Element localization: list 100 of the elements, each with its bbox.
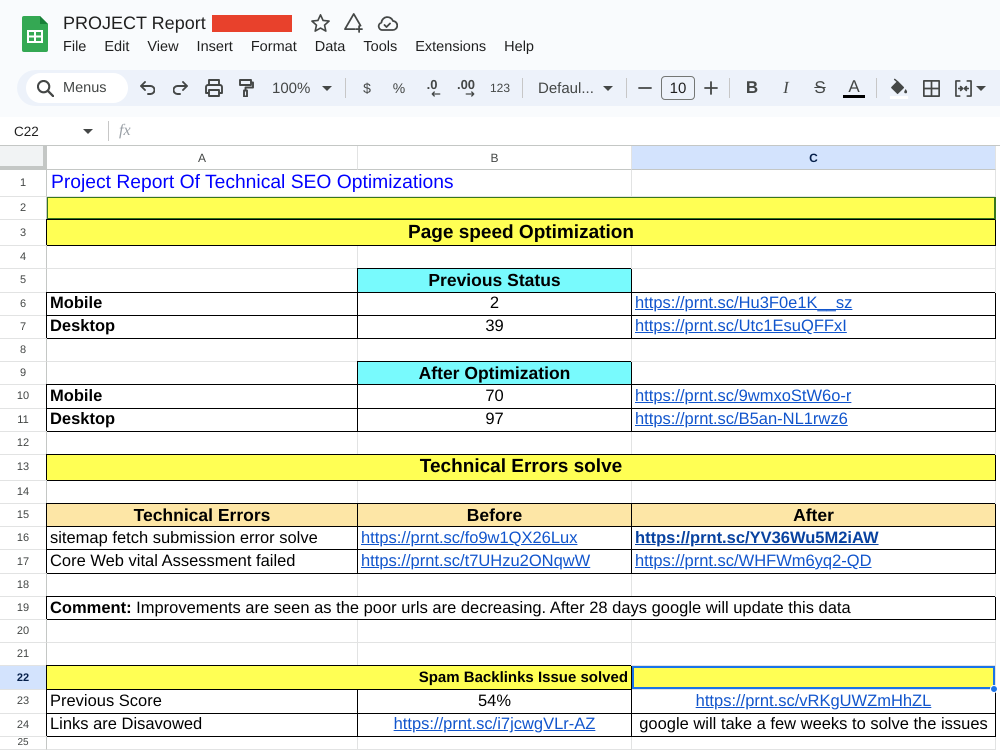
strikethrough-button[interactable]: S (803, 74, 837, 102)
menu-item[interactable]: View (147, 38, 179, 56)
table-cell: 2 (358, 292, 632, 316)
increase-decimal-button[interactable]: .00 (449, 74, 483, 102)
function-label: fx (119, 122, 131, 140)
row-header[interactable]: 3 (0, 220, 47, 246)
minus-icon[interactable] (638, 87, 652, 89)
table-cell: 70 (358, 385, 632, 408)
row-header[interactable]: 6 (0, 292, 47, 316)
table-cell: Core Web vital Assessment failed (47, 550, 358, 574)
table-cell: 39 (358, 316, 632, 339)
row-header[interactable]: 5 (0, 269, 47, 293)
column-header[interactable]: C (632, 146, 996, 170)
table-cell: Before (358, 504, 632, 528)
paint-roller-icon[interactable] (239, 79, 254, 97)
row-header[interactable]: 24 (0, 714, 47, 737)
table-cell: 97 (358, 408, 632, 432)
link[interactable]: https://prnt.sc/t7UHzu2ONqwW (361, 552, 590, 572)
menu-item[interactable]: Format (250, 38, 297, 56)
search-field[interactable]: Menus (26, 73, 128, 103)
link[interactable]: https://prnt.sc/9wmxoStW6o-r (635, 386, 852, 406)
search-icon (37, 80, 54, 97)
row-header[interactable]: 18 (0, 574, 47, 597)
table-cell: google will take a few weeks to solve the issues (632, 714, 996, 737)
table-cell: Links are Disavowed (47, 714, 358, 737)
row-header[interactable]: 9 (0, 362, 47, 386)
decrease-decimal-button[interactable]: .0 (415, 74, 449, 102)
menu-item[interactable]: Edit (104, 38, 130, 56)
merge-cells-icon[interactable] (955, 80, 972, 96)
caret-icon (322, 86, 332, 90)
row-header[interactable]: 25 (0, 736, 47, 750)
table-cell: Comment: Improvements are seen as the poor urls are decreasing. After 28 days google will update this data (47, 596, 996, 620)
cloud-check-icon[interactable] (376, 15, 398, 31)
row-header[interactable]: 1 (0, 170, 47, 197)
link[interactable]: https://prnt.sc/Utc1EsuQFFxI (635, 317, 847, 336)
table-cell: After (632, 504, 996, 528)
row-header[interactable]: 14 (0, 480, 47, 504)
row-header[interactable]: 15 (0, 504, 47, 528)
spreadsheet-icon[interactable] (22, 16, 48, 52)
font-dropdown[interactable]: Defaul... (528, 74, 621, 102)
table-cell: sitemap fetch submission error solve (47, 527, 358, 550)
table-cell: Previous Score (47, 690, 358, 714)
plus-icon[interactable] (704, 81, 718, 95)
table-cell: Desktop (47, 408, 358, 432)
table-cell: Mobile (47, 292, 358, 316)
link[interactable]: https://prnt.sc/Hu3F0e1K__sz (635, 294, 852, 314)
number-formats-button[interactable]: 123 (483, 74, 517, 102)
percent-format-button[interactable]: % (383, 74, 415, 102)
menu-item[interactable]: Extensions (415, 38, 486, 56)
column-header[interactable]: B (358, 146, 632, 170)
link[interactable]: https://prnt.sc/YV36Wu5M2iAW (635, 528, 879, 548)
column-header[interactable]: A (47, 146, 358, 170)
row-header[interactable]: 12 (0, 432, 47, 455)
table-cell: Mobile (47, 385, 358, 408)
bold-button[interactable]: B (735, 74, 769, 102)
triangle-plus-icon[interactable] (344, 13, 363, 33)
menu-item[interactable]: Insert (196, 38, 233, 56)
font-size-field[interactable]: 10 (661, 76, 695, 100)
undo-icon[interactable] (140, 81, 155, 95)
table-cell: Spam Backlinks Issue solved (47, 666, 632, 690)
table-cell: Desktop (47, 316, 358, 339)
row-header[interactable]: 4 (0, 246, 47, 270)
arrow-left-icon (431, 91, 441, 97)
menu-item[interactable]: Data (314, 38, 346, 56)
borders-icon[interactable] (923, 80, 940, 96)
paint-bucket-icon[interactable] (888, 78, 908, 98)
menu-item[interactable]: Tools (363, 38, 398, 56)
link[interactable]: https://prnt.sc/B5an-NL1rwz6 (635, 410, 848, 430)
row-header[interactable]: 11 (0, 408, 47, 432)
table-cell: Technical Errors (47, 504, 358, 528)
fill-handle[interactable] (990, 685, 998, 694)
row-header[interactable]: 22 (0, 666, 47, 690)
name-box[interactable]: C22 (0, 119, 102, 143)
caret-icon (603, 86, 613, 90)
link[interactable]: https://prnt.sc/vRKgUWZmHhZL (696, 692, 932, 711)
table-cell: 54% (358, 690, 632, 714)
link[interactable]: https://prnt.sc/fo9w1QX26Lux (361, 528, 578, 548)
italic-button[interactable]: I (769, 74, 803, 102)
menu-item[interactable]: File (63, 38, 86, 56)
redo-icon[interactable] (173, 81, 188, 95)
link[interactable]: https://prnt.sc/i7jcwgVLr-AZ (394, 715, 596, 734)
table-cell: Previous Status (358, 269, 632, 293)
table-cell: After Optimization (358, 362, 632, 386)
zoom-dropdown[interactable]: 100% (263, 74, 340, 102)
menu-item[interactable]: Help (504, 38, 534, 56)
text-color-button[interactable]: A (837, 74, 871, 102)
arrow-right-icon (465, 91, 475, 97)
caret-icon (83, 128, 93, 134)
row-header[interactable]: 8 (0, 338, 47, 362)
row-header[interactable]: 2 (0, 197, 47, 220)
caret-icon[interactable] (976, 86, 986, 90)
row-header[interactable]: 20 (0, 620, 47, 644)
print-icon[interactable] (204, 79, 222, 97)
star-icon[interactable] (310, 14, 330, 32)
row-header[interactable]: 21 (0, 643, 47, 666)
document-title[interactable]: PROJECT Report (63, 11, 206, 35)
currency-format-button[interactable]: $ (351, 74, 383, 102)
link[interactable]: https://prnt.sc/WHFWm6yq2-QD (635, 552, 872, 572)
row-header[interactable]: 13 (0, 454, 47, 481)
table-cell: Technical Errors solve (47, 454, 996, 481)
